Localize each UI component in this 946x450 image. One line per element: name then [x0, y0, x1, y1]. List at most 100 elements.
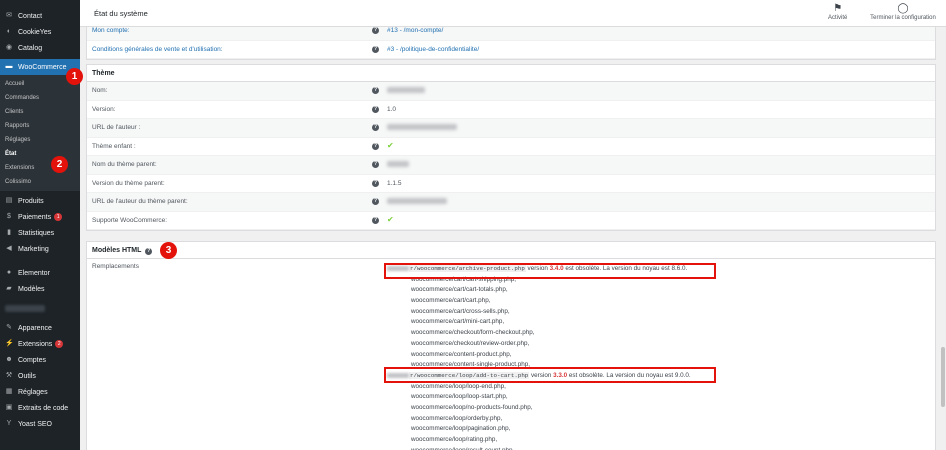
sidebar-item-extensions[interactable]: ⚡ Extensions 2 [0, 336, 80, 352]
sidebar-item-extraits-de-code[interactable]: ▣ Extraits de code [0, 400, 80, 416]
row-value [387, 87, 425, 95]
help-icon[interactable]: ? [372, 45, 379, 53]
sidebar-item-label: Paiements [18, 213, 52, 221]
row-label: URL de l'auteur : [92, 124, 141, 131]
help-icon[interactable]: ? [372, 87, 379, 94]
sidebar-item-statistiques[interactable]: ▮ Statistiques [0, 225, 80, 241]
highlight-box-add-to-cart [384, 367, 716, 383]
help-icon[interactable]: ? [372, 198, 379, 205]
submenu-item-r-glages[interactable]: Réglages [0, 133, 80, 147]
submenu-item--tat[interactable]: État [0, 147, 80, 161]
sidebar-item-label: Comptes [18, 356, 47, 364]
sidebar-item-cookieyes[interactable]: ◐ CookieYes [0, 24, 80, 40]
sidebar-item-catalog[interactable]: ◉ Catalog [0, 40, 80, 56]
blurred-menu-item [0, 297, 80, 320]
sidebar-item-marketing[interactable]: ◀ Marketing [0, 241, 80, 257]
main-content: Mon compte: ? #13 - /mon-compte/ Conditi… [80, 27, 940, 450]
blurred-value [387, 198, 447, 204]
sidebar-item-label: Outils [18, 372, 36, 380]
annotation-callout-3: 3 [160, 242, 177, 259]
megaphone-icon: ◀ [6, 245, 12, 252]
override-file: woocommerce/cart/mini-cart.php, [411, 318, 505, 326]
sidebar-item-apparence[interactable]: ✎ Apparence [0, 320, 80, 336]
help-icon[interactable]: ? [372, 142, 379, 150]
sidebar-top-spacer [0, 0, 80, 8]
sidebar-item-r-glages[interactable]: ▦ Réglages [0, 384, 80, 400]
sidebar-item-elementor[interactable]: ● Elementor [0, 265, 80, 281]
table-row: Nom du thème parent:? [87, 156, 935, 175]
sidebar-item-label: Réglages [18, 388, 48, 396]
sidebar-item-outils[interactable]: ⚒ Outils [0, 368, 80, 384]
sidebar-item-paiements[interactable]: $ Paiements 1 [0, 209, 80, 225]
sidebar-item-label: Statistiques [18, 229, 55, 237]
help-icon[interactable]: ? [145, 248, 153, 255]
help-icon[interactable]: ? [372, 124, 379, 131]
elementor-icon: ● [6, 269, 12, 276]
help-icon[interactable]: ? [372, 161, 379, 168]
override-file: woocommerce/loop/pagination.php, [411, 425, 511, 433]
check-icon: ✔ [387, 140, 394, 150]
row-label: Conditions générales de vente et d'utili… [92, 45, 223, 53]
override-file: woocommerce/loop/loop-start.php, [411, 393, 508, 401]
row-label: Thème enfant : [92, 142, 136, 150]
sidebar-item-label: Extensions [18, 340, 53, 348]
table-row: Conditions générales de vente et d'utili… [87, 41, 935, 59]
plugin-icon: ⚡ [5, 340, 14, 347]
sidebar-item-comptes[interactable]: ☻ Comptes [0, 352, 80, 368]
theme-panel-header: Thème [87, 65, 935, 82]
check-icon: ✔ [387, 214, 394, 224]
templates-panel-header: Modèles HTML ? [87, 242, 935, 259]
submenu-item-colissimo[interactable]: Colissimo [0, 175, 80, 189]
submenu-item-extensions[interactable]: Extensions [0, 161, 80, 175]
submenu-item-commandes[interactable]: Commandes [0, 91, 80, 105]
sidebar-item-produits[interactable]: ▤ Produits [0, 193, 80, 209]
finish-setup-label: Terminer la configuration [870, 15, 936, 21]
help-icon[interactable]: ? [372, 27, 379, 34]
table-row: Mon compte: ? #13 - /mon-compte/ [87, 27, 935, 41]
activity-label: Activité [828, 15, 848, 21]
blurred-value [387, 161, 409, 167]
table-row: Nom:? [87, 82, 935, 101]
top-bar: État du système ⚑ Activité ◯ Terminer la… [80, 0, 946, 27]
table-row: URL de l'auteur du thème parent:? [87, 193, 935, 212]
brush-icon: ✎ [6, 324, 12, 331]
folder-icon: ▰ [6, 285, 12, 292]
sidebar-item-label: Modèles [18, 285, 45, 293]
row-label: URL de l'auteur du thème parent: [92, 198, 188, 205]
table-row: URL de l'auteur :? [87, 119, 935, 138]
sidebar-item-label: Apparence [18, 324, 52, 332]
sidebar-item-mod-les[interactable]: ▰ Modèles [0, 281, 80, 297]
theme-panel: Thème Nom:? Version:? 1.0 URL de l'auteur :… [86, 64, 936, 231]
row-value-link[interactable]: #13 - /mon-compte/ [387, 27, 443, 34]
finish-setup-button[interactable]: ◯ Terminer la configuration [860, 2, 946, 21]
users-icon: ☻ [5, 356, 13, 363]
override-file: woocommerce/checkout/review-order.php, [411, 339, 530, 347]
override-file: woocommerce/content-product.php, [411, 350, 512, 358]
sidebar-item-contact[interactable]: ✉ Contact [0, 8, 80, 24]
row-value [387, 161, 409, 169]
row-value: 1.1.5 [387, 179, 402, 187]
scrollbar-thumb[interactable] [941, 347, 945, 407]
page-scrollbar[interactable] [940, 27, 946, 450]
help-icon[interactable]: ? [372, 216, 379, 224]
sidebar-item-label: Catalog [18, 44, 43, 52]
admin-sidebar: ✉ Contact ◐ CookieYes ◉ Catalog ▬ WooCommerce… [0, 0, 80, 450]
help-icon[interactable]: ? [372, 105, 379, 113]
overrides-list: r/woocommerce/archive-product.php versio… [387, 264, 691, 450]
submenu-item-clients[interactable]: Clients [0, 105, 80, 119]
activity-button[interactable]: ⚑ Activité [828, 2, 847, 21]
row-value-link[interactable]: #3 - /politique-de-confidentialite/ [387, 46, 479, 53]
override-file: woocommerce/cart/cart-totals.php, [411, 286, 508, 294]
row-label: Mon compte: [92, 27, 130, 34]
progress-circle-icon: ◯ [897, 3, 909, 14]
payments-icon: $ [7, 213, 11, 220]
submenu-item-rapports[interactable]: Rapports [0, 119, 80, 133]
row-value [387, 198, 447, 206]
row-label: Supporte WooCommerce: [92, 216, 168, 224]
sidebar-item-yoast-seo[interactable]: Y Yoast SEO [0, 416, 80, 432]
code-icon: ▣ [5, 404, 13, 411]
help-icon[interactable]: ? [372, 179, 379, 187]
override-file: woocommerce/loop/rating.php, [411, 436, 498, 443]
pages-panel: Mon compte: ? #13 - /mon-compte/ Conditi… [86, 27, 936, 60]
row-label: Nom du thème parent: [92, 161, 157, 168]
